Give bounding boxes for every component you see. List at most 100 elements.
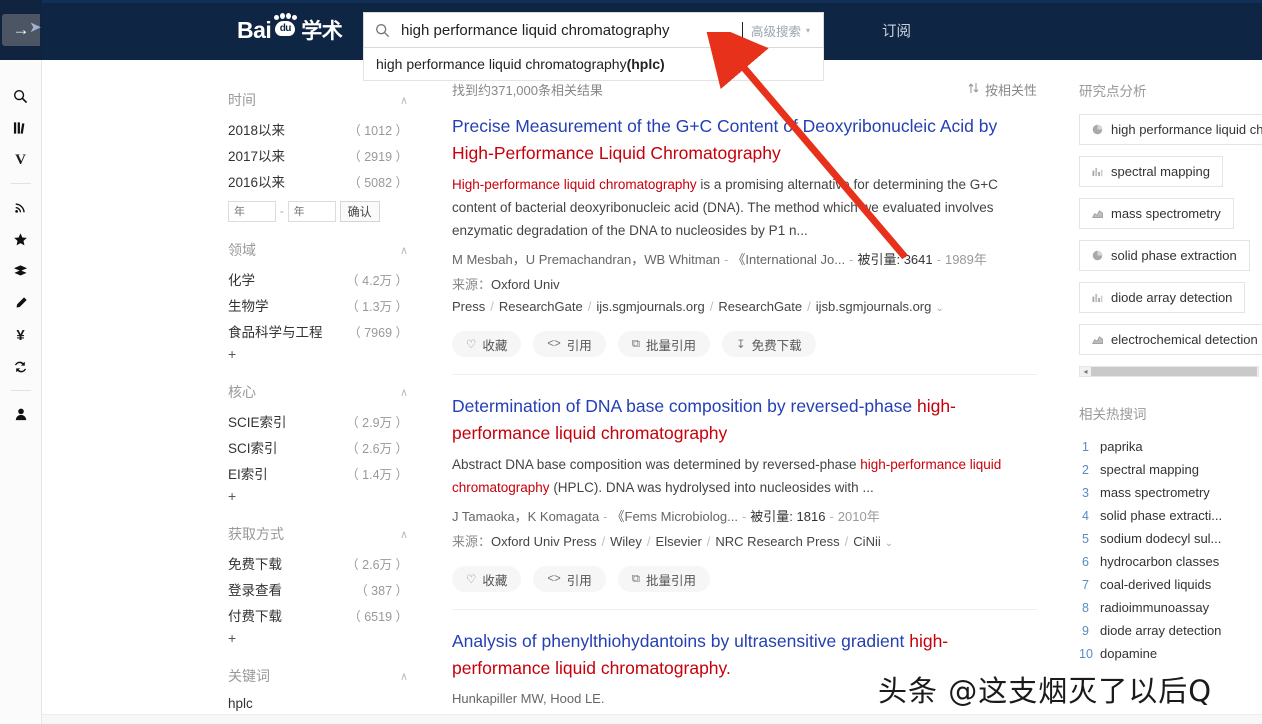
search-suggestion-item[interactable]: high performance liquid chromatography(h… [363,48,824,81]
bookmarks-star-icon[interactable] [0,223,42,255]
hot-search-item[interactable]: 1 paprika [1079,435,1262,458]
profile-icon[interactable] [0,398,42,430]
hot-search-item[interactable]: 2 spectral mapping [1079,458,1262,481]
yuan-wallet-icon[interactable]: ¥ [0,319,42,351]
year-to-input[interactable] [287,201,336,222]
batch-cite-button[interactable]: ⧉ 批量引用 [617,331,711,357]
pie-chart-icon [1092,124,1103,135]
research-horizontal-scrollbar[interactable]: ◂ [1079,366,1259,377]
filter-item-count: （ 1012 ） [348,124,408,138]
filter-item[interactable]: 付费下载 （ 6519 ） [228,602,408,628]
filter-group-header[interactable]: 获取方式 ∧ [228,516,408,550]
batch-cite-button[interactable]: ⧉ 批量引用 [617,566,711,592]
source-link[interactable]: NRC Research Press [715,534,839,549]
filter-item[interactable]: 2018以来 （ 1012 ） [228,116,408,142]
year-range-row: - 确认 [228,201,408,222]
source-link[interactable]: Oxford Univ Press [491,534,596,549]
result-authors[interactable]: M Mesbah，U Premachandran，WB Whitman [452,252,720,267]
hot-search-item[interactable]: 5 sodium dodecyl sul... [1079,527,1262,550]
research-chip[interactable]: spectral mapping [1079,156,1223,187]
search-box[interactable]: 高级搜索 ▾ [363,12,824,48]
panel-toggle-secondary-icon[interactable]: ➤ [29,18,42,36]
page-body: 时间 ∧ 2018以来 （ 1012 ） 2017以来 （ 2919 ） 201… [42,60,1262,724]
result-title-link[interactable]: Precise Measurement of the G+C Content o… [452,113,1037,167]
favorite-button[interactable]: ♡ 收藏 [452,331,522,357]
cite-button[interactable]: <> 引用 [533,331,606,357]
subscribe-link[interactable]: 订阅 [882,20,911,41]
filter-item[interactable]: 化学 （ 4.2万 ） [228,266,408,292]
header-top-strip [42,0,1262,3]
chevron-up-icon: ∧ [399,386,408,399]
result-title-link[interactable]: Determination of DNA base composition by… [452,393,1037,447]
advanced-search-button[interactable]: 高级搜索 ▾ [745,21,823,40]
vivaldi-v-icon[interactable]: V [0,144,42,176]
chevron-down-icon[interactable]: ⌄ [935,303,943,314]
source-link[interactable]: ResearchGate [499,299,583,314]
filter-group-header[interactable]: 核心 ∧ [228,374,408,408]
library-icon[interactable] [0,112,42,144]
research-chip[interactable]: diode array detection [1079,282,1246,313]
source-link[interactable]: Elsevier [656,534,702,549]
hot-rank: 7 [1082,578,1089,592]
feed-rss-icon[interactable] [0,191,42,223]
filter-item[interactable]: 2017以来 （ 2919 ） [228,142,408,168]
hot-search-item[interactable]: 8 radioimmunoassay [1079,596,1262,619]
abstract-highlight: High-performance liquid chromatography [452,177,697,192]
filter-item-label: SCI索引 [228,441,278,456]
filter-item[interactable]: EI索引 （ 1.4万 ） [228,460,408,486]
result-authors[interactable]: Hunkapiller MW, Hood LE. [452,691,604,706]
scroll-left-arrow-icon[interactable]: ◂ [1080,367,1091,376]
year-confirm-button[interactable]: 确认 [339,201,380,222]
sort-by-relevance-button[interactable]: 按相关性 [968,80,1037,99]
baidu-scholar-logo[interactable]: Bai du 学术 [237,13,343,45]
filter-group-header[interactable]: 领域 ∧ [228,232,408,266]
favorite-button[interactable]: ♡ 收藏 [452,566,522,592]
filter-item[interactable]: 2016以来 （ 5082 ） [228,168,408,194]
filter-item[interactable]: SCI索引 （ 2.6万 ） [228,434,408,460]
scrollbar-thumb[interactable] [1091,367,1257,376]
result-journal[interactable]: 《Fems Microbiolog... [612,509,738,524]
hot-search-item[interactable]: 10 dopamine [1079,642,1262,665]
filter-item[interactable]: SCIE索引 （ 2.9万 ） [228,408,408,434]
keyword-item[interactable]: hplc [228,692,408,715]
filter-group-header[interactable]: 时间 ∧ [228,82,408,116]
hot-search-item[interactable]: 7 coal-derived liquids [1079,573,1262,596]
notes-pencil-icon[interactable] [0,287,42,319]
result-journal[interactable]: 《International Jo... [732,252,845,267]
research-chip[interactable]: electrochemical detection [1079,324,1262,355]
source-link[interactable]: ResearchGate [718,299,802,314]
source-link[interactable]: ijsb.sgmjournals.org [816,299,932,314]
filter-expand-more-button[interactable]: + [228,628,408,648]
search-input[interactable] [399,14,742,46]
hot-search-item[interactable]: 4 solid phase extracti... [1079,504,1262,527]
sync-icon[interactable] [0,351,42,383]
chevron-up-icon: ∧ [399,244,408,257]
research-chip[interactable]: mass spectrometry [1079,198,1234,229]
cite-button[interactable]: <> 引用 [533,566,606,592]
filter-item[interactable]: 食品科学与工程 （ 7969 ） [228,318,408,344]
hot-search-item[interactable]: 6 hydrocarbon classes [1079,550,1262,573]
research-chip[interactable]: high performance liquid ch [1079,114,1262,145]
source-link[interactable]: Wiley [610,534,642,549]
filter-expand-more-button[interactable]: + [228,486,408,506]
source-link[interactable]: ijs.sgmjournals.org [596,299,704,314]
chevron-down-icon[interactable]: ⌄ [885,538,893,549]
filter-item[interactable]: 登录查看 （ 387 ） [228,576,408,602]
search-icon[interactable] [0,80,42,112]
filter-item[interactable]: 免费下载 （ 2.6万 ） [228,550,408,576]
batch-cite-label: 批量引用 [646,573,697,588]
research-chip-label: mass spectrometry [1111,206,1221,221]
year-from-input[interactable] [228,201,276,222]
filter-group-header[interactable]: 关键词 ∧ [228,658,408,692]
filter-item-label: 化学 [228,273,255,288]
layers-icon[interactable] [0,255,42,287]
research-chip[interactable]: solid phase extraction [1079,240,1250,271]
hot-search-item[interactable]: 3 mass spectrometry [1079,481,1262,504]
filter-item[interactable]: 生物学 （ 1.3万 ） [228,292,408,318]
hot-search-item[interactable]: 9 diode array detection [1079,619,1262,642]
free-download-button[interactable]: ↧ 免费下载 [722,331,816,357]
filter-expand-more-button[interactable]: + [228,344,408,364]
cite-count-value: 1816 [796,509,826,524]
source-link[interactable]: CiNii [853,534,880,549]
result-authors[interactable]: J Tamaoka，K Komagata [452,509,599,524]
